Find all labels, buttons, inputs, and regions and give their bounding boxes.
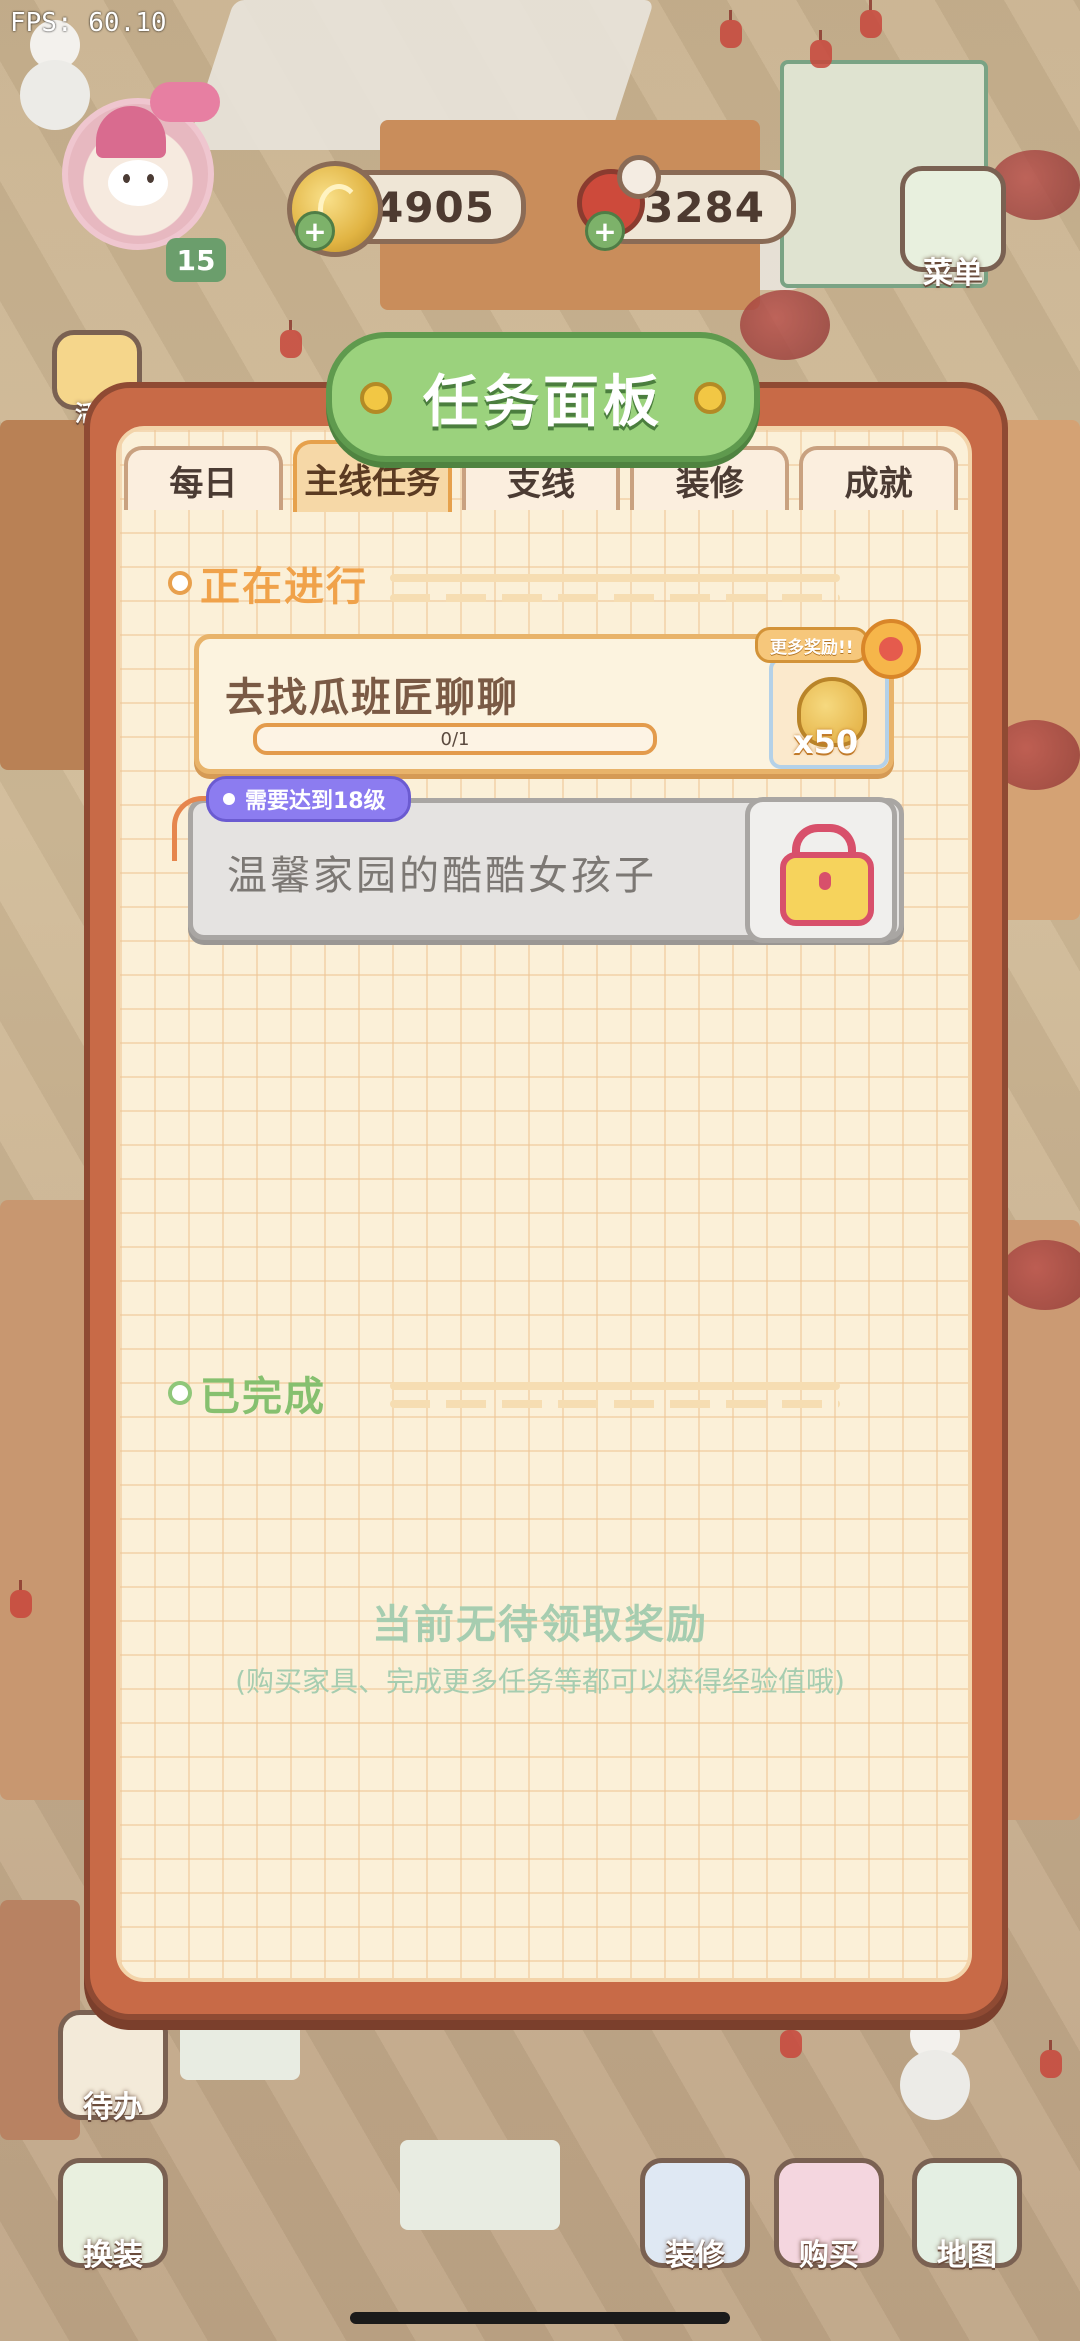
more-rewards-tag: 更多奖励!!: [755, 627, 869, 663]
task-progress-bar: 0/1: [253, 723, 657, 755]
map-button[interactable]: 地图: [912, 2158, 1022, 2274]
meat-counter[interactable]: + 3284: [577, 155, 796, 251]
buy-button[interactable]: 购买: [774, 2158, 884, 2274]
add-meat-button[interactable]: +: [585, 211, 625, 251]
tab-daily[interactable]: 每日: [124, 446, 283, 510]
divider: [390, 574, 840, 582]
level-requirement-text: 需要达到18级: [245, 789, 386, 814]
task-card[interactable]: 去找瓜班匠聊聊 0/1 更多奖励!! x50: [194, 619, 921, 774]
lock-button[interactable]: [745, 797, 897, 943]
task-reward[interactable]: x50: [769, 657, 889, 769]
locked-task-title: 温馨家园的酷酷女孩子: [227, 853, 657, 899]
bullet-icon: [168, 1381, 192, 1405]
completed-heading: 已完成: [168, 1364, 326, 1422]
pin-icon: [223, 793, 235, 805]
decorate-button[interactable]: 装修: [640, 2158, 750, 2274]
in-progress-heading: 正在进行: [168, 554, 368, 612]
tab-achievement[interactable]: 成就: [799, 446, 958, 510]
dress-up-label: 换装: [83, 2238, 143, 2273]
empty-rewards-subtitle: (购买家具、完成更多任务等都可以获得经验值哦): [235, 1665, 845, 1698]
completed-heading-text: 已完成: [200, 1374, 326, 1420]
banner-dot-icon: [694, 382, 726, 414]
todo-button[interactable]: 待办: [58, 2010, 168, 2126]
player-avatar[interactable]: [62, 82, 220, 250]
task-title: 去找瓜班匠聊聊: [225, 675, 519, 721]
banner-dot-icon: [360, 382, 392, 414]
level-requirement-tag: 需要达到18级: [206, 776, 411, 822]
panel-title: 任务面板: [423, 369, 663, 435]
coin-counter[interactable]: + 14905: [287, 161, 526, 257]
in-progress-heading-text: 正在进行: [200, 564, 368, 610]
avatar-face: [108, 160, 168, 206]
divider: [390, 1382, 840, 1390]
menu-label: 菜单: [923, 256, 983, 291]
bow-icon: [150, 82, 220, 122]
todo-label: 待办: [83, 2090, 143, 2125]
add-coins-button[interactable]: +: [295, 211, 335, 251]
divider: [390, 1400, 840, 1408]
home-indicator[interactable]: [350, 2312, 730, 2324]
flower-icon[interactable]: [861, 619, 921, 679]
empty-rewards-title: 当前无待领取奖励: [372, 1602, 708, 1648]
task-panel-title-banner: 任务面板: [326, 332, 760, 462]
menu-button[interactable]: 菜单: [900, 166, 1006, 292]
map-label: 地图: [937, 2238, 997, 2273]
dress-up-button[interactable]: 换装: [58, 2158, 168, 2274]
player-level-badge: 15: [166, 238, 226, 282]
fps-counter: FPS: 60.10: [10, 8, 167, 38]
task-progress-text: 0/1: [440, 728, 470, 750]
reward-quantity: x50: [793, 723, 859, 761]
divider: [390, 594, 840, 602]
bullet-icon: [168, 571, 192, 595]
buy-label: 购买: [799, 2238, 859, 2273]
decorate-label: 装修: [665, 2238, 725, 2273]
